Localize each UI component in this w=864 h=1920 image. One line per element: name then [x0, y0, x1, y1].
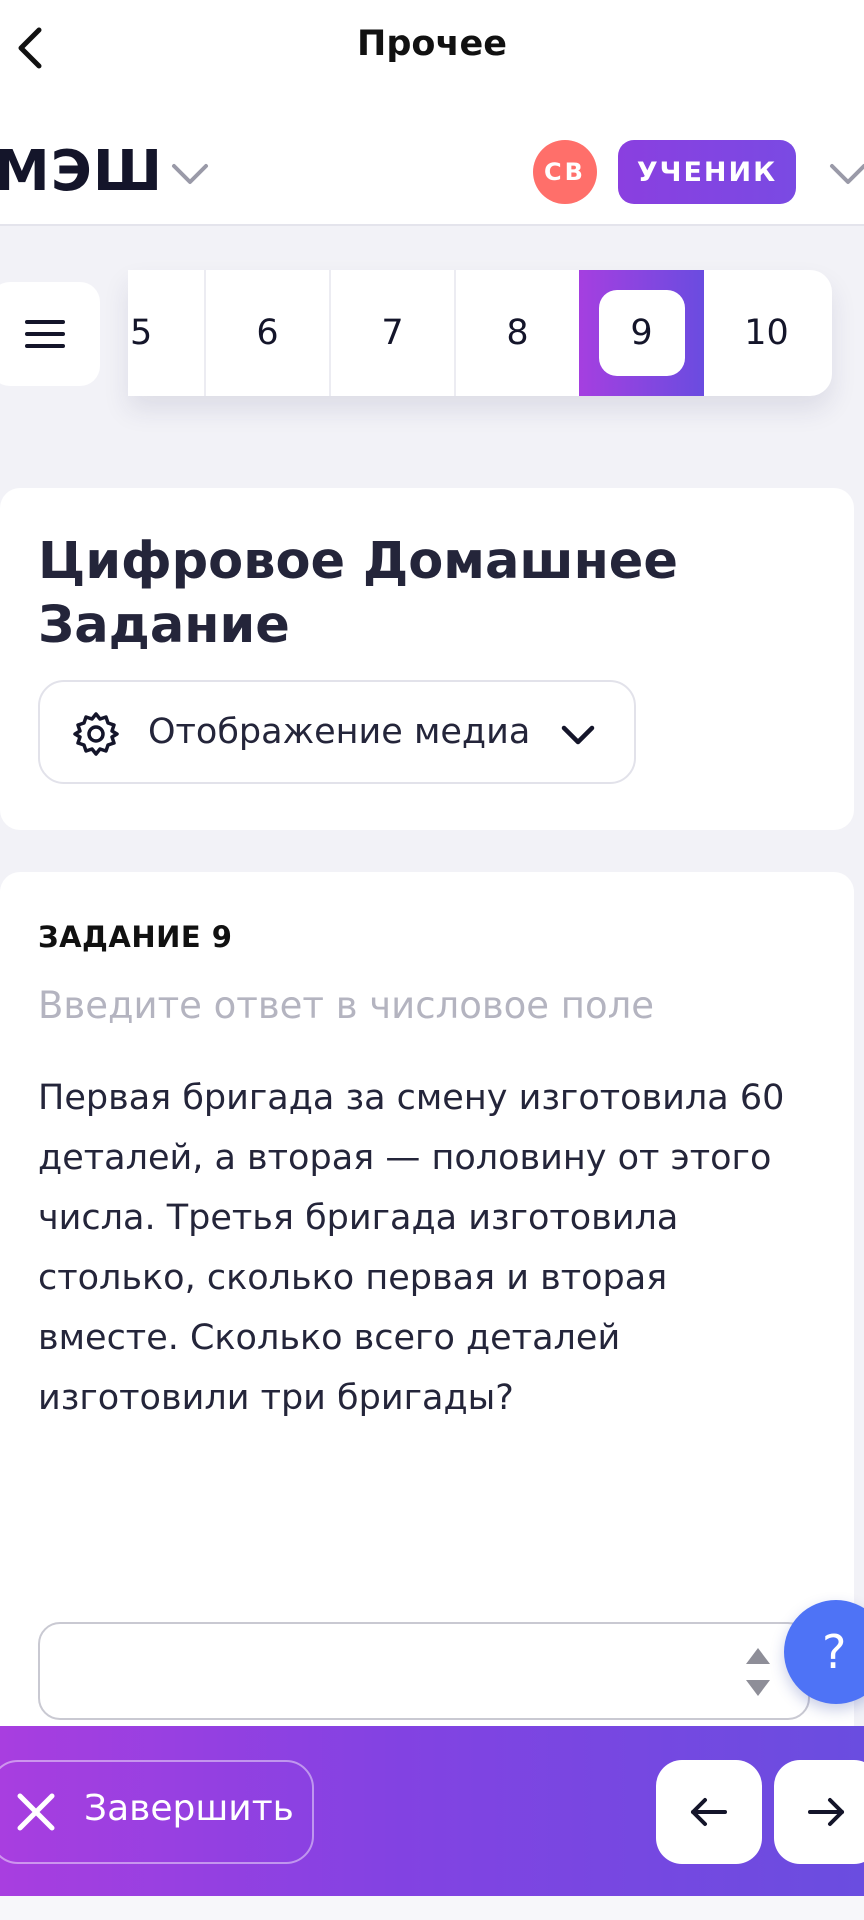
task-number-bar: 5 6 7 8 9 10 — [128, 270, 832, 396]
finish-label: Завершить — [84, 1788, 294, 1829]
task-number-8[interactable]: 8 — [454, 270, 579, 396]
bottom-safe-area — [0, 1896, 864, 1920]
task-hint: Введите ответ в числовое поле — [38, 984, 655, 1027]
media-display-label: Отображение медиа — [148, 712, 531, 752]
task-number-9-active[interactable]: 9 — [579, 270, 704, 396]
chevron-down-icon[interactable] — [168, 156, 212, 192]
arrow-left-icon — [691, 1798, 727, 1826]
navbar-title: Прочее — [357, 24, 507, 64]
chevron-down-icon[interactable] — [826, 156, 864, 192]
chevron-down-icon — [561, 725, 595, 745]
app-logo[interactable]: МЭШ — [0, 144, 163, 200]
previous-task-button[interactable] — [656, 1760, 762, 1864]
task-number-7[interactable]: 7 — [329, 270, 454, 396]
gear-icon — [73, 712, 119, 756]
arrow-right-icon — [808, 1798, 844, 1826]
task-heading: ЗАДАНИЕ 9 — [38, 920, 233, 954]
task-number-6[interactable]: 6 — [204, 270, 329, 396]
page-title: Цифровое Домашнее Задание — [38, 532, 678, 655]
spinner-up-icon[interactable] — [744, 1646, 772, 1666]
menu-button[interactable] — [0, 282, 100, 386]
spinner-down-icon[interactable] — [744, 1678, 772, 1698]
task-number-5[interactable]: 5 — [128, 270, 204, 396]
close-icon — [17, 1793, 55, 1831]
task-text: Первая бригада за смену изготовила 60 де… — [38, 1078, 785, 1418]
next-task-button[interactable] — [774, 1760, 864, 1864]
task-number-10[interactable]: 10 — [704, 270, 829, 396]
role-badge[interactable]: УЧЕНИК — [618, 140, 796, 204]
hamburger-menu-icon — [25, 320, 65, 348]
answer-input[interactable] — [38, 1622, 810, 1720]
avatar[interactable]: СВ — [533, 140, 597, 204]
question-mark-icon: ? — [822, 1625, 847, 1679]
